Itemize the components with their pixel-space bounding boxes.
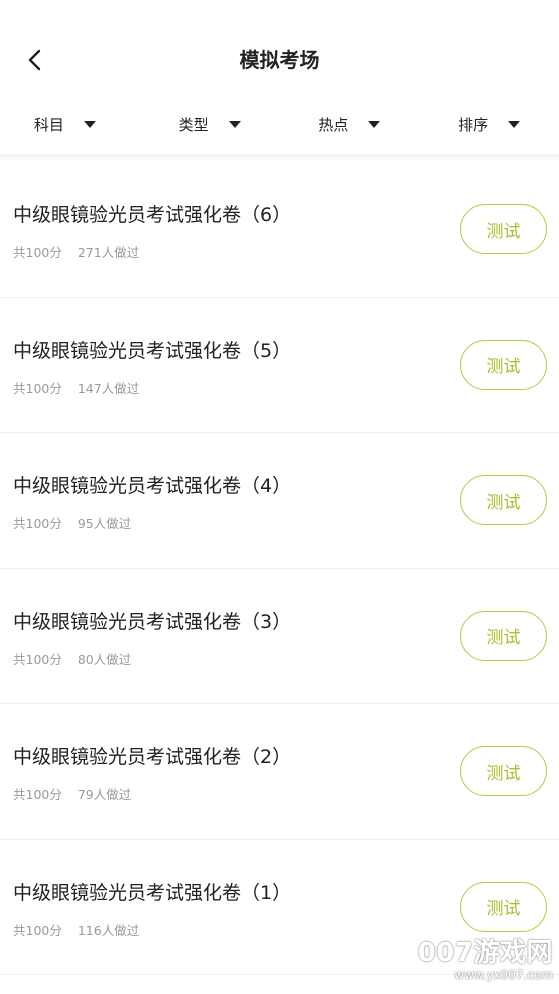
filter-label: 类型 [178, 115, 209, 134]
filter-subject[interactable]: 科目 [0, 104, 140, 144]
exam-score: 共100分 [13, 922, 62, 938]
exam-title: 中级眼镜验光员考试强化卷（2） [13, 746, 292, 768]
filter-sort[interactable]: 排序 [419, 104, 559, 144]
test-button[interactable]: 测试 [460, 475, 547, 525]
filter-label: 科目 [33, 115, 64, 134]
exam-title: 中级眼镜验光员考试强化卷（1） [13, 881, 292, 904]
exam-title: 中级眼镜验光员考试强化卷（3） [13, 610, 292, 633]
divider [0, 154, 559, 162]
exam-takers: 271人做过 [77, 245, 140, 260]
list-item[interactable]: 中级眼镜验光员考试强化卷（2） 共100分 79人做过 测试 [0, 704, 559, 840]
filter-bar: 科目 类型 热点 排序 [0, 104, 559, 144]
caret-down-icon [228, 120, 241, 128]
list-item[interactable]: 中级眼镜验光员考试强化卷（6） 共100分 271人做过 测试 [0, 162, 559, 298]
exam-meta: 共100分 147人做过 [13, 378, 139, 397]
exam-score: 共100分 [13, 245, 62, 260]
watermark: 007游戏网 www.yx007.com [418, 938, 553, 982]
test-button[interactable]: 测试 [460, 746, 547, 796]
test-button[interactable]: 测试 [460, 204, 547, 254]
exam-meta: 共100分 95人做过 [13, 513, 131, 532]
exam-title: 中级眼镜验光员考试强化卷（5） [13, 339, 292, 362]
filter-hot[interactable]: 热点 [280, 104, 420, 144]
exam-meta: 共100分 79人做过 [13, 784, 131, 803]
exam-meta: 共100分 116人做过 [13, 920, 139, 939]
exam-takers: 95人做过 [77, 516, 132, 531]
app-header: 模拟考场 [0, 0, 559, 100]
watermark-main: 007游戏网 [417, 938, 553, 968]
exam-takers: 147人做过 [77, 380, 140, 396]
test-button[interactable]: 测试 [460, 339, 547, 390]
exam-title: 中级眼镜验光员考试强化卷（4） [13, 475, 292, 497]
exam-meta: 共100分 271人做过 [13, 242, 139, 261]
filter-label: 热点 [318, 115, 349, 134]
filter-type[interactable]: 类型 [140, 104, 280, 144]
page-title: 模拟考场 [239, 48, 320, 72]
exam-list: 中级眼镜验光员考试强化卷（6） 共100分 271人做过 测试 中级眼镜验光员考… [0, 162, 559, 975]
test-button[interactable]: 测试 [460, 610, 547, 661]
test-button[interactable]: 测试 [460, 881, 547, 932]
caret-down-icon [368, 120, 381, 128]
exam-title: 中级眼镜验光员考试强化卷（6） [13, 204, 292, 226]
exam-takers: 80人做过 [77, 651, 132, 667]
exam-score: 共100分 [13, 380, 62, 396]
caret-down-icon [508, 120, 521, 128]
exam-takers: 79人做过 [77, 787, 132, 802]
list-item[interactable]: 中级眼镜验光员考试强化卷（3） 共100分 80人做过 测试 [0, 569, 559, 704]
exam-meta: 共100分 80人做过 [13, 649, 131, 668]
exam-score: 共100分 [13, 651, 62, 667]
exam-score: 共100分 [13, 516, 62, 531]
filter-label: 排序 [458, 115, 489, 134]
exam-score: 共100分 [13, 787, 62, 802]
watermark-sub: www.yx007.com [454, 968, 553, 982]
caret-down-icon [83, 120, 96, 128]
list-item[interactable]: 中级眼镜验光员考试强化卷（4） 共100分 95人做过 测试 [0, 433, 559, 569]
list-item[interactable]: 中级眼镜验光员考试强化卷（5） 共100分 147人做过 测试 [0, 298, 559, 433]
exam-takers: 116人做过 [77, 922, 140, 938]
